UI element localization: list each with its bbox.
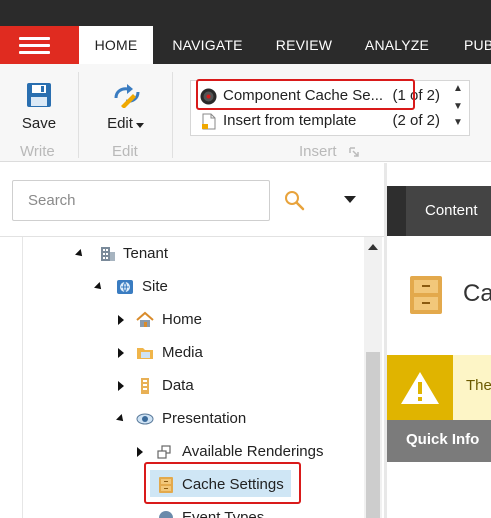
site-icon xyxy=(117,280,133,294)
renderings-icon xyxy=(157,445,171,459)
tree-node-media[interactable]: Media xyxy=(116,340,316,366)
expand-arrow-icon[interactable] xyxy=(116,373,128,399)
tab-navigate[interactable]: NAVIGATE xyxy=(159,26,256,64)
warning-icon-box xyxy=(387,355,453,420)
presentation-icon xyxy=(136,413,154,425)
insert-group-label: Insert xyxy=(299,143,337,160)
tab-review[interactable]: REVIEW xyxy=(264,26,344,64)
tab-publish[interactable]: PUB xyxy=(458,26,491,64)
warning-text: The xyxy=(466,377,491,394)
template-icon xyxy=(202,113,216,130)
dialog-launcher-icon[interactable] xyxy=(349,147,359,157)
search-dropdown-icon[interactable] xyxy=(344,196,356,203)
scroll-up-icon[interactable] xyxy=(368,244,378,250)
expand-arrow-icon[interactable] xyxy=(135,439,147,465)
gallery-item-insert-template[interactable]: Insert from template (2 of 2) xyxy=(198,110,446,132)
warning-icon xyxy=(401,372,439,404)
quick-info-label: Quick Info xyxy=(406,431,480,448)
collapse-arrow-icon[interactable] xyxy=(116,406,128,432)
expand-arrow-icon[interactable] xyxy=(116,340,128,366)
cache-icon xyxy=(410,276,442,314)
gallery-scroll[interactable]: ▲ ▼ ▼ xyxy=(449,81,469,135)
collapse-arrow-icon[interactable] xyxy=(75,241,87,267)
highlight-box xyxy=(144,462,301,504)
hamburger-menu-button[interactable] xyxy=(0,26,79,64)
tree-node-site[interactable]: Site xyxy=(94,274,294,300)
home-icon xyxy=(136,311,154,327)
scrollbar-thumb[interactable] xyxy=(366,352,380,518)
tree-scrollbar[interactable] xyxy=(364,237,382,518)
scroll-up-icon[interactable]: ▲ xyxy=(453,83,463,94)
data-icon xyxy=(141,378,149,394)
tab-analyze[interactable]: ANALYZE xyxy=(352,26,442,64)
expand-arrow-icon[interactable] xyxy=(116,307,128,333)
collapse-arrow-icon[interactable] xyxy=(94,274,106,300)
write-group-label: Write xyxy=(20,143,55,160)
search-input[interactable]: Search xyxy=(12,180,270,221)
item-title: Ca xyxy=(463,280,491,307)
save-button[interactable]: Save xyxy=(14,78,64,138)
scroll-down-icon[interactable]: ▼ xyxy=(453,101,463,112)
save-label: Save xyxy=(21,115,57,132)
tree-node-home[interactable]: Home xyxy=(116,307,316,333)
tree-node-presentation[interactable]: Presentation xyxy=(116,406,336,432)
search-placeholder: Search xyxy=(28,192,76,209)
tree-node-event-types[interactable]: Event Types xyxy=(155,505,295,518)
tab-home[interactable]: HOME xyxy=(79,26,153,64)
edit-button[interactable]: Edit xyxy=(100,78,152,138)
expand-gallery-icon[interactable]: ▼ xyxy=(453,117,463,128)
event-icon xyxy=(159,511,173,518)
tenant-icon xyxy=(101,247,115,261)
tree-node-data[interactable]: Data xyxy=(116,373,316,399)
edit-icon xyxy=(114,84,140,108)
tab-content[interactable]: Content xyxy=(406,186,491,236)
save-icon xyxy=(27,83,51,107)
media-icon xyxy=(137,348,153,359)
edit-group-label: Edit xyxy=(112,143,138,160)
search-icon[interactable] xyxy=(284,190,306,212)
tree-node-tenant[interactable]: Tenant xyxy=(75,241,275,267)
hamburger-icon xyxy=(19,37,50,40)
chevron-down-icon xyxy=(136,123,144,128)
highlight-box xyxy=(196,79,415,110)
